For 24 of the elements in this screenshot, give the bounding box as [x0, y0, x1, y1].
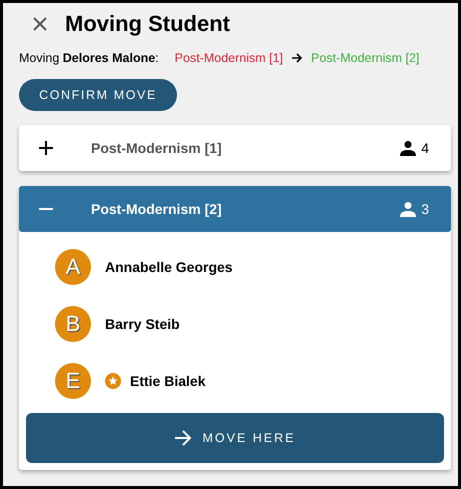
student-avatar: B — [55, 306, 91, 342]
move-here-button[interactable]: MOVE HERE — [26, 413, 444, 463]
group-header[interactable]: Post-Modernism [2] 3 — [19, 186, 451, 232]
plus-icon — [39, 141, 53, 155]
group-header[interactable]: Post-Modernism [1] 4 — [19, 125, 451, 171]
dialog-title: Moving Student — [65, 11, 230, 37]
student-name: Barry Steib — [105, 316, 180, 332]
confirm-move-button[interactable]: CONFIRM MOVE — [19, 79, 177, 111]
student-avatar: E — [55, 362, 91, 398]
person-icon — [400, 201, 416, 217]
group-name: Post-Modernism [2] — [91, 201, 223, 217]
moving-label: Moving Delores Malone: — [19, 51, 159, 65]
target-group: Post-Modernism [2] — [311, 51, 420, 65]
member-count: 4 — [421, 140, 429, 156]
close-icon[interactable] — [33, 17, 47, 31]
student-name: Ettie Bialek — [130, 372, 206, 388]
group-name: Post-Modernism [1] — [91, 140, 223, 156]
member-count: 3 — [421, 201, 429, 217]
source-group: Post-Modernism [1] — [174, 51, 284, 65]
student-name: Annabelle Georges — [105, 258, 233, 274]
arrow-icon — [174, 430, 192, 446]
arrow-icon — [291, 52, 304, 64]
student-avatar: A — [55, 248, 91, 284]
person-icon — [400, 140, 416, 156]
